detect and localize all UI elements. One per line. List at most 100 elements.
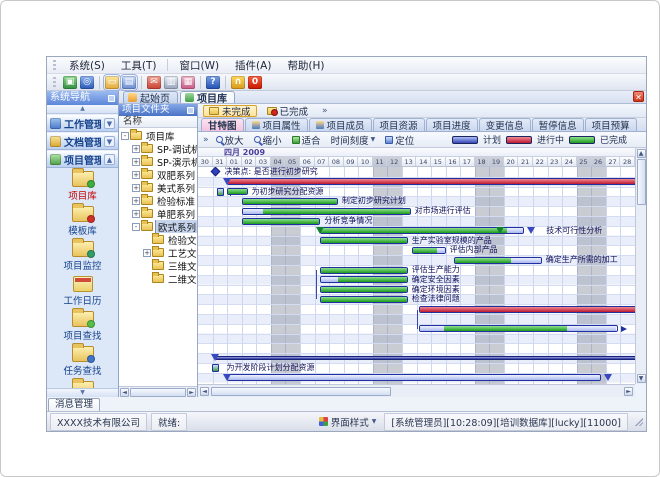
view-tab-项目进度[interactable]: 项目进度: [426, 118, 478, 131]
tree-horizontal-scrollbar[interactable]: ◄ ►: [119, 386, 197, 397]
scroll-down-arrow[interactable]: ▼: [637, 374, 646, 383]
view-tab-项目成员[interactable]: 项目成员: [309, 118, 372, 131]
nav-scroll-down[interactable]: ▼: [47, 388, 118, 397]
gantt-bar[interactable]: [227, 188, 247, 195]
expand-plus-icon[interactable]: +: [143, 249, 151, 257]
gantt-bar[interactable]: [242, 198, 338, 205]
view-tab-项目预算[interactable]: 项目预算: [585, 118, 637, 131]
tree-node-三维文件[interactable]: 三维文件: [119, 259, 197, 272]
tree-node-SP-调试机系[interactable]: +SP-调试机系: [119, 142, 197, 155]
pin-icon[interactable]: [187, 107, 194, 114]
gantt-bar[interactable]: [227, 374, 601, 381]
expand-arrow-icon[interactable]: ▼: [104, 118, 115, 129]
logout-icon[interactable]: 0: [248, 76, 262, 89]
collapse-minus-icon[interactable]: -: [132, 223, 140, 231]
sidebar-item-项目查找[interactable]: 项目查找: [47, 311, 118, 342]
gantt-bar[interactable]: [412, 247, 446, 254]
expand-plus-icon[interactable]: +: [132, 171, 140, 179]
tree-node-工艺文件[interactable]: +工艺文件: [119, 246, 197, 259]
tree-node-SP-演示机系[interactable]: +SP-演示机系: [119, 155, 197, 168]
task-icon[interactable]: [212, 364, 219, 372]
gantt-bar[interactable]: [320, 296, 407, 303]
sidebar-item-项目文档查找[interactable]: 项目文档查找: [47, 381, 118, 388]
zoom-in-button[interactable]: 放大: [213, 132, 247, 148]
sidebar-item-项目监控[interactable]: 项目监控: [47, 241, 118, 272]
filter-button-未完成[interactable]: 未完成: [203, 105, 257, 117]
gantt-bar[interactable]: [215, 356, 635, 360]
view-tab-项目资源[interactable]: 项目资源: [373, 118, 425, 131]
chart-icon[interactable]: ▦: [181, 76, 195, 89]
view-tab-变更信息[interactable]: 变更信息: [479, 118, 531, 131]
report-icon[interactable]: ▥: [164, 76, 178, 89]
time-scale-dropdown[interactable]: 时间刻度 ▼: [328, 132, 379, 148]
tree-node-双肥系列[interactable]: +双肥系列: [119, 168, 197, 181]
tree-node-项目库[interactable]: -项目库: [119, 129, 197, 142]
menu-item-2[interactable]: 窗口(W): [172, 57, 226, 74]
scroll-thumb[interactable]: [130, 388, 186, 397]
document-tab-起始页[interactable]: 起始页: [123, 91, 178, 103]
lock-icon[interactable]: ∩: [231, 76, 245, 89]
view-tab-暂停信息[interactable]: 暂停信息: [532, 118, 584, 131]
nav-group-工作管理[interactable]: 工作管理▼: [47, 114, 118, 132]
scroll-right-arrow[interactable]: ►: [624, 387, 633, 396]
collapse-minus-icon[interactable]: -: [121, 132, 129, 140]
gantt-bar[interactable]: [419, 325, 617, 332]
gantt-horizontal-scrollbar[interactable]: ◄ ►: [198, 384, 635, 397]
nav-group-项目管理[interactable]: 项目管理▲: [47, 150, 118, 168]
tree-node-单肥系列[interactable]: +单肥系列: [119, 207, 197, 220]
interface-style-button[interactable]: 界面样式 ▼: [315, 414, 381, 430]
expand-plus-icon[interactable]: +: [132, 184, 140, 192]
gantt-bar[interactable]: [320, 267, 407, 274]
network-icon[interactable]: ◎: [80, 76, 94, 89]
gantt-bar[interactable]: [320, 237, 407, 244]
filter-button-已完成[interactable]: 已完成: [261, 105, 315, 117]
expand-plus-icon[interactable]: +: [132, 197, 140, 205]
close-tab-button[interactable]: ✕: [633, 91, 644, 102]
pin-icon[interactable]: [108, 95, 115, 102]
scroll-up-arrow[interactable]: ▲: [637, 149, 646, 158]
gantt-chart[interactable]: 决策点: 是否进行初步研究为初步研究分配资源制定初步研究计划对市场进行评估分析竞…: [198, 167, 635, 384]
sidebar-item-模板库[interactable]: 模板库: [47, 206, 118, 237]
document-tab-项目库[interactable]: 项目库: [180, 91, 235, 103]
scroll-thumb[interactable]: [637, 159, 646, 205]
scroll-thumb[interactable]: [211, 387, 391, 396]
locate-button[interactable]: 定位: [382, 132, 417, 148]
fit-button[interactable]: 适合: [289, 132, 324, 148]
expand-arrow-icon[interactable]: ▼: [104, 136, 115, 147]
open-folder-icon[interactable]: ▭: [105, 76, 119, 89]
task-icon[interactable]: [217, 188, 224, 196]
gantt-vertical-scrollbar[interactable]: ▲ ▼: [635, 148, 646, 384]
gantt-bar[interactable]: [320, 227, 524, 234]
scroll-left-arrow[interactable]: ◄: [120, 388, 129, 397]
tree-node-检验文件[interactable]: 检验文件: [119, 233, 197, 246]
nav-scroll-up[interactable]: ▲: [47, 105, 118, 114]
view-tab-项目属性[interactable]: 项目属性: [245, 118, 308, 131]
tree-node-欧式系列[interactable]: -欧式系列: [119, 220, 197, 233]
mail-icon[interactable]: ✉: [147, 76, 161, 89]
tree-node-二维文件[interactable]: 二维文件: [119, 272, 197, 285]
expand-plus-icon[interactable]: +: [132, 158, 140, 166]
tree-node-检验标准[interactable]: +检验标准: [119, 194, 197, 207]
gantt-bar[interactable]: [320, 276, 407, 283]
gantt-bar[interactable]: [454, 257, 541, 264]
menu-item-3[interactable]: 插件(A): [228, 57, 278, 74]
message-panel-tab[interactable]: 消息管理: [48, 398, 100, 411]
tree-node-美式系列[interactable]: +美式系列: [119, 181, 197, 194]
expand-plus-icon[interactable]: +: [132, 210, 140, 218]
gantt-bar[interactable]: [320, 286, 407, 293]
zoom-out-button[interactable]: 缩小: [251, 132, 285, 148]
gantt-bar[interactable]: [227, 178, 635, 185]
sidebar-item-任务查找[interactable]: 任务查找: [47, 346, 118, 377]
menu-item-4[interactable]: 帮助(H): [280, 57, 331, 74]
scroll-right-arrow[interactable]: ►: [187, 388, 196, 397]
sidebar-item-项目库[interactable]: 项目库: [47, 171, 118, 202]
nav-group-文档管理[interactable]: 文档管理▼: [47, 132, 118, 150]
scroll-left-arrow[interactable]: ◄: [200, 387, 209, 396]
filter-overflow-chevron[interactable]: »: [318, 106, 332, 116]
sidebar-item-工作日历[interactable]: 工作日历: [47, 276, 118, 307]
gantt-bar[interactable]: [242, 218, 321, 225]
view-tab-甘特图[interactable]: 甘特图: [201, 118, 244, 131]
resize-grip[interactable]: [634, 417, 643, 426]
menu-item-1[interactable]: 工具(T): [114, 57, 164, 74]
window-layout-icon[interactable]: ▤: [122, 76, 136, 89]
